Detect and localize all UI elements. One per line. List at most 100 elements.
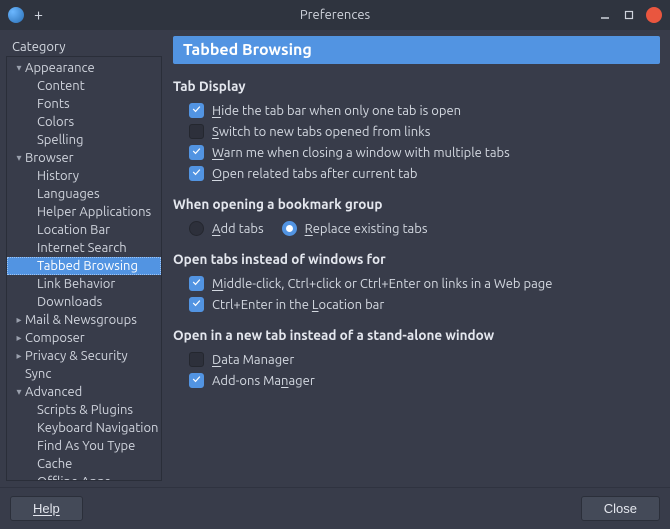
chevron-right-icon[interactable]: ▸ — [13, 347, 25, 365]
tree-item[interactable]: Location Bar — [7, 221, 161, 239]
chevron-down-icon[interactable]: ▾ — [13, 383, 25, 401]
tree-item-label: Helper Applications — [37, 203, 151, 221]
tree-item-label: Spelling — [37, 131, 83, 149]
tree-item-label: Sync — [25, 365, 51, 383]
tree-item[interactable]: Content — [7, 77, 161, 95]
tree-item-label: Appearance — [25, 59, 95, 77]
tree-item[interactable]: Scripts & Plugins — [7, 401, 161, 419]
bottom-bar: Help Close — [0, 487, 670, 529]
radio-icon[interactable] — [189, 221, 204, 236]
opt-addons-manager[interactable]: Add-ons Manager — [173, 370, 660, 391]
tree-item-label: History — [37, 167, 79, 185]
tree-item-label: Find As You Type — [37, 437, 135, 455]
tree-item[interactable]: ▸Mail & Newsgroups — [7, 311, 161, 329]
maximize-button[interactable] — [622, 8, 636, 22]
panel-title: Tabbed Browsing — [173, 36, 660, 64]
checkbox-icon[interactable] — [189, 103, 204, 118]
opt-label: Add tabs — [212, 222, 264, 236]
opt-label: Middle-click, Ctrl+click or Ctrl+Enter o… — [212, 277, 552, 291]
tree-item[interactable]: ▾Browser — [7, 149, 161, 167]
opt-label: Switch to new tabs opened from links — [212, 125, 430, 139]
checkbox-icon[interactable] — [189, 145, 204, 160]
category-header: Category — [6, 36, 162, 56]
tree-item-label: Downloads — [37, 293, 102, 311]
tree-item-label: Colors — [37, 113, 74, 131]
content-panel: Tabbed Browsing Tab Display Hide the tab… — [165, 30, 670, 487]
window-title: Preferences — [0, 8, 670, 22]
tree-item[interactable]: Sync — [7, 365, 161, 383]
opt-middle-click[interactable]: Middle-click, Ctrl+click or Ctrl+Enter o… — [173, 273, 660, 294]
section-new-tab-instead: Open in a new tab instead of a stand-alo… — [173, 327, 660, 343]
titlebar: + Preferences — [0, 0, 670, 30]
opt-switch-new-tabs[interactable]: Switch to new tabs opened from links — [173, 121, 660, 142]
opt-label: Data Manager — [212, 353, 294, 367]
tree-item[interactable]: Downloads — [7, 293, 161, 311]
tree-item[interactable]: Colors — [7, 113, 161, 131]
opt-label: Replace existing tabs — [305, 222, 428, 236]
checkbox-icon[interactable] — [189, 276, 204, 291]
tree-item[interactable]: Keyboard Navigation — [7, 419, 161, 437]
tree-item-label: Cache — [37, 455, 72, 473]
tree-item-label: Link Behavior — [37, 275, 115, 293]
tree-item-label: Privacy & Security — [25, 347, 128, 365]
opt-label: Ctrl+Enter in the Location bar — [212, 298, 384, 312]
tree-item-label: Fonts — [37, 95, 70, 113]
opt-ctrl-enter-location[interactable]: Ctrl+Enter in the Location bar — [173, 294, 660, 315]
tree-item[interactable]: Offline Apps — [7, 473, 161, 481]
tree-item-label: Browser — [25, 149, 74, 167]
help-button[interactable]: Help — [10, 496, 83, 521]
tree-item[interactable]: Languages — [7, 185, 161, 203]
category-tree[interactable]: ▾AppearanceContentFontsColorsSpelling▾Br… — [6, 56, 162, 481]
chevron-down-icon[interactable]: ▾ — [13, 149, 25, 167]
tree-item-label: Tabbed Browsing — [37, 257, 138, 275]
chevron-right-icon[interactable]: ▸ — [13, 311, 25, 329]
close-icon[interactable] — [646, 7, 662, 23]
tree-item[interactable]: Tabbed Browsing — [7, 257, 161, 275]
radio-icon[interactable] — [282, 221, 297, 236]
tree-item[interactable]: Find As You Type — [7, 437, 161, 455]
tree-item[interactable]: History — [7, 167, 161, 185]
opt-warn-close[interactable]: Warn me when closing a window with multi… — [173, 142, 660, 163]
opt-data-manager[interactable]: Data Manager — [173, 349, 660, 370]
tree-item-label: Internet Search — [37, 239, 127, 257]
checkbox-icon[interactable] — [189, 297, 204, 312]
checkbox-icon[interactable] — [189, 124, 204, 139]
opt-open-related[interactable]: Open related tabs after current tab — [173, 163, 660, 184]
tree-item[interactable]: ▾Advanced — [7, 383, 161, 401]
opt-label: Warn me when closing a window with multi… — [212, 146, 510, 160]
tree-item[interactable]: ▸Composer — [7, 329, 161, 347]
tree-item[interactable]: Spelling — [7, 131, 161, 149]
tree-item-label: Advanced — [25, 383, 82, 401]
tree-item[interactable]: Internet Search — [7, 239, 161, 257]
tree-item-label: Scripts & Plugins — [37, 401, 133, 419]
opt-label: Hide the tab bar when only one tab is op… — [212, 104, 461, 118]
opt-hide-tab-bar[interactable]: Hide the tab bar when only one tab is op… — [173, 100, 660, 121]
chevron-down-icon[interactable]: ▾ — [13, 59, 25, 77]
tree-item-label: Content — [37, 77, 85, 95]
section-instead-windows: Open tabs instead of windows for — [173, 251, 660, 267]
checkbox-icon[interactable] — [189, 373, 204, 388]
tree-item-label: Keyboard Navigation — [37, 419, 159, 437]
tree-item[interactable]: Fonts — [7, 95, 161, 113]
close-button[interactable]: Close — [581, 496, 660, 521]
tree-item[interactable]: ▾Appearance — [7, 59, 161, 77]
tree-item-label: Composer — [25, 329, 85, 347]
radio-add-tabs[interactable]: Add tabs — [189, 221, 264, 236]
radio-replace-tabs[interactable]: Replace existing tabs — [282, 221, 428, 236]
checkbox-icon[interactable] — [189, 166, 204, 181]
tree-item[interactable]: Link Behavior — [7, 275, 161, 293]
tree-item[interactable]: Helper Applications — [7, 203, 161, 221]
minimize-button[interactable] — [598, 8, 612, 22]
section-bookmark-group: When opening a bookmark group — [173, 196, 660, 212]
sidebar: Category ▾AppearanceContentFontsColorsSp… — [0, 30, 165, 487]
section-tab-display: Tab Display — [173, 78, 660, 94]
chevron-right-icon[interactable]: ▸ — [13, 329, 25, 347]
tree-item-label: Location Bar — [37, 221, 110, 239]
tree-item-label: Mail & Newsgroups — [25, 311, 137, 329]
checkbox-icon[interactable] — [189, 352, 204, 367]
tree-item[interactable]: ▸Privacy & Security — [7, 347, 161, 365]
opt-label: Add-ons Manager — [212, 374, 315, 388]
opt-label: Open related tabs after current tab — [212, 167, 417, 181]
tree-item[interactable]: Cache — [7, 455, 161, 473]
tree-item-label: Languages — [37, 185, 100, 203]
